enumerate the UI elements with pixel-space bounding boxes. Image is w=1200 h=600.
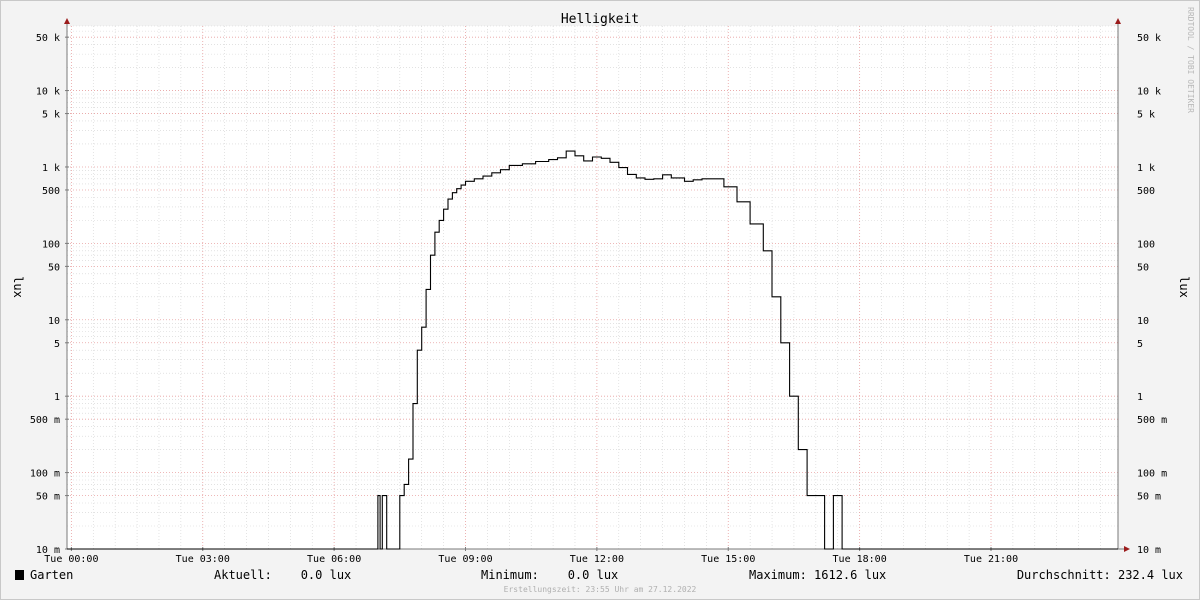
y-axis-arrow-left — [64, 18, 70, 24]
y-tick-label-right: 100 m — [1137, 469, 1167, 480]
x-tick-label: Tue 09:00 — [438, 554, 492, 565]
y-tick-label-left: 50 m — [36, 492, 60, 503]
x-axis-arrow — [1124, 546, 1130, 552]
y-tick-label-left: 500 m — [30, 415, 60, 426]
y-axis-label-right: lux — [1177, 276, 1191, 298]
y-tick-label-right: 500 m — [1137, 415, 1167, 426]
y-tick-label-right: 50 k — [1137, 33, 1161, 44]
y-tick-label-left: 100 m — [30, 469, 60, 480]
y-tick-label-right: 50 — [1137, 262, 1149, 273]
x-tick-label: Tue 06:00 — [307, 554, 361, 565]
y-tick-label-right: 1 k — [1137, 163, 1155, 174]
y-axis-label-left: lux — [11, 276, 25, 298]
x-tick-label: Tue 03:00 — [176, 554, 230, 565]
y-tick-label-left: 5 k — [42, 110, 60, 121]
legend-durchschnitt: Durchschnitt: 232.4 lux — [1017, 568, 1183, 582]
x-tick-label: Tue 12:00 — [570, 554, 624, 565]
y-tick-label-left: 1 — [54, 392, 60, 403]
legend-minimum: Minimum: 0.0 lux — [481, 568, 618, 582]
y-tick-label-left: 500 — [42, 186, 60, 197]
legend-series-name: Garten — [30, 568, 73, 582]
x-tick-label: Tue 18:00 — [833, 554, 887, 565]
y-tick-labels-left: 10 m50 m100 m500 m1510501005001 k5 k10 k… — [30, 33, 60, 556]
y-tick-label-right: 1 — [1137, 392, 1143, 403]
y-axis-arrow-right — [1115, 18, 1121, 24]
legend-maximum: Maximum: 1612.6 lux — [749, 568, 886, 582]
chart-canvas: 10 m 50 m 100 m 500 m 1 5 10 50 100 500 1 k 5 k 10 k… — [11, 7, 1195, 594]
y-tick-label-left: 1 k — [42, 163, 60, 174]
y-tick-label-left: 5 — [54, 339, 60, 350]
y-tick-label-right: 100 — [1137, 239, 1155, 250]
y-tick-label-right: 5 k — [1137, 110, 1155, 121]
y-tick-label-left: 10 k — [36, 87, 60, 98]
y-tick-label-right: 10 k — [1137, 87, 1161, 98]
y-tick-label-right: 50 m — [1137, 492, 1161, 503]
y-tick-label-left: 10 — [48, 316, 60, 327]
y-tick-label-left: 50 k — [36, 33, 60, 44]
watermark: RRDTOOL / TOBI OETIKER — [1186, 7, 1195, 113]
y-tick-label-left: 50 — [48, 262, 60, 273]
y-tick-label-right: 10 m — [1137, 545, 1161, 556]
y-tick-label-left: 100 — [42, 239, 60, 250]
y-tick-labels-right: 10 m 50 m 100 m 500 m 1 5 10 50 100 500 1 k 5 k 10 k… — [1137, 33, 1167, 556]
x-tick-label: Tue 21:00 — [964, 554, 1018, 565]
legend-aktuell: Aktuell: 0.0 lux — [214, 568, 351, 582]
x-tick-labels: Tue 00:00 Tue 03:00 Tue 06:00 Tue 09:00 Tue … — [44, 554, 1018, 565]
legend-swatch — [15, 570, 24, 580]
y-tick-label-right: 10 — [1137, 316, 1149, 327]
x-tick-label: Tue 00:00 — [44, 554, 98, 565]
chart-title: Helligkeit — [561, 12, 639, 27]
x-tick-label: Tue 15:00 — [701, 554, 755, 565]
y-tick-label-right: 5 — [1137, 339, 1143, 350]
footer-timestamp: Erstellungszeit: 23:55 Uhr am 27.12.2022 — [504, 585, 697, 594]
y-tick-label-right: 500 — [1137, 186, 1155, 197]
